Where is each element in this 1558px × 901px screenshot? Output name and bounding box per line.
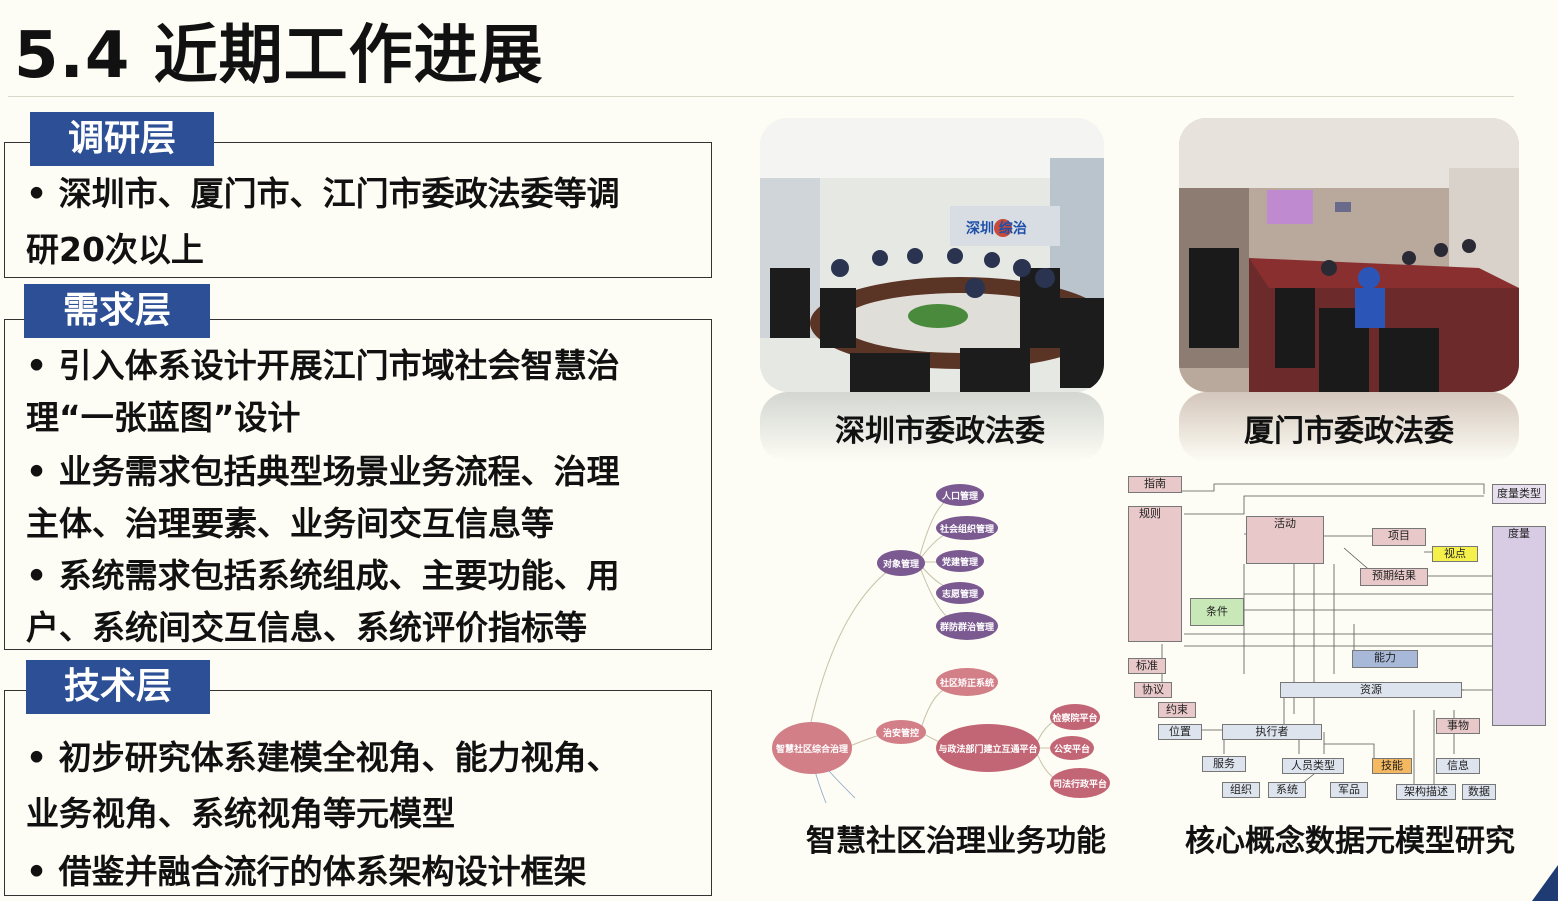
uml-organization: 组织: [1222, 782, 1260, 798]
uml-viewpoint: 视点: [1432, 546, 1478, 562]
mindmap-root-node: 智慧社区综合治理: [772, 722, 852, 774]
slide-corner-decoration: [1532, 865, 1558, 901]
xiamen-photo-caption: 厦门市委政法委: [1244, 414, 1454, 449]
uml-measure-type: 度量类型: [1492, 484, 1546, 504]
mindmap-population-node: 人口管理: [936, 484, 984, 506]
requirement-line-6: 户、系统间交互信息、系统评价指标等: [26, 608, 587, 647]
research-layer-tag: 调研层: [30, 112, 214, 166]
uml-performer: 执行者: [1222, 724, 1322, 740]
mindmap-security-node: 治安管控: [876, 720, 926, 744]
uml-standard: 标准: [1128, 658, 1166, 674]
uml-rule: 规则: [1128, 506, 1182, 642]
title-divider: [8, 96, 1514, 97]
meeting-room-sign: 深圳 综治: [966, 221, 1027, 237]
mindmap-police-node: 公安平台: [1050, 736, 1094, 760]
uml-expected-result: 预期结果: [1360, 568, 1428, 586]
uml-thing: 事物: [1436, 718, 1480, 734]
requirement-line-3: • 业务需求包括典型场景业务流程、治理: [26, 452, 620, 491]
mindmap-correction-node: 社区矫正系统: [936, 668, 998, 696]
uml-data: 数据: [1462, 784, 1496, 800]
requirement-line-5: • 系统需求包括系统组成、主要功能、用: [26, 556, 620, 595]
uml-equipment: 军品: [1330, 782, 1368, 798]
uml-resource: 资源: [1280, 682, 1462, 698]
mindmap-party-node: 党建管理: [936, 550, 984, 572]
meeting-room-illustration: [760, 118, 1104, 392]
requirement-layer-tag: 需求层: [24, 284, 210, 338]
metamodel-caption: 核心概念数据元模型研究: [1185, 824, 1515, 859]
research-layer-line-2: 研20次以上: [26, 230, 204, 269]
uml-measure: 度量: [1492, 526, 1546, 726]
requirement-line-4: 主体、治理要素、业务间交互信息等: [26, 504, 554, 543]
mindmap-object-node: 对象管理: [877, 550, 925, 576]
mindmap-caption: 智慧社区治理业务功能: [806, 824, 1106, 859]
xiamen-meeting-photo: [1179, 118, 1519, 392]
mindmap-procuratorate-node: 检察院平台: [1050, 704, 1100, 730]
mindmap-judicial-node: 司法行政平台: [1050, 768, 1110, 798]
metamodel-connectors: [1161, 483, 1492, 791]
uml-personnel-type: 人员类型: [1282, 758, 1344, 774]
uml-project: 项目: [1372, 528, 1426, 546]
uml-architecture-description: 架构描述: [1396, 784, 1456, 800]
uml-activity: 活动: [1246, 516, 1324, 564]
uml-information: 信息: [1436, 758, 1480, 774]
technology-layer-tag: 技术层: [26, 660, 210, 714]
mindmap-platform-node: 与政法部门建立互通平台: [936, 724, 1040, 772]
uml-constraint: 约束: [1158, 702, 1196, 718]
mindmap-volunteer-node: 志愿管理: [936, 582, 984, 604]
technology-line-3: • 借鉴并融合流行的体系架构设计框架: [26, 852, 587, 891]
research-layer-line-1: • 深圳市、厦门市、江门市委政法委等调: [26, 174, 620, 213]
metamodel-diagram: 指南 规则 活动 项目 视点 预期结果 条件 度量类型 度量 标准 协议 约束 …: [1124, 474, 1546, 804]
mindmap-prevention-node: 群防群治管理: [936, 612, 998, 640]
shenzhen-meeting-photo: 深圳 综治: [760, 118, 1104, 392]
mindmap-diagram: 智慧社区综合治理 对象管理 人口管理 社会组织管理 党建管理 志愿管理 群防群治…: [770, 478, 1120, 808]
uml-protocol: 协议: [1134, 682, 1172, 698]
uml-service: 服务: [1202, 756, 1246, 772]
conference-hall-illustration: [1179, 118, 1519, 392]
shenzhen-photo-caption: 深圳市委政法委: [835, 414, 1045, 449]
requirement-line-2: 理“一张蓝图”设计: [26, 398, 301, 437]
uml-location: 位置: [1158, 724, 1202, 740]
requirement-line-1: • 引入体系设计开展江门市域社会智慧治: [26, 346, 620, 385]
uml-guide: 指南: [1128, 476, 1182, 493]
mindmap-org-node: 社会组织管理: [936, 516, 998, 540]
uml-capability: 能力: [1352, 650, 1418, 668]
uml-condition: 条件: [1190, 598, 1244, 626]
page-title: 5.4 近期工作进展: [14, 19, 544, 93]
uml-system: 系统: [1268, 782, 1306, 798]
technology-line-1: • 初步研究体系建模全视角、能力视角、: [26, 738, 620, 777]
technology-line-2: 业务视角、系统视角等元模型: [26, 794, 455, 833]
uml-skill: 技能: [1372, 758, 1412, 774]
